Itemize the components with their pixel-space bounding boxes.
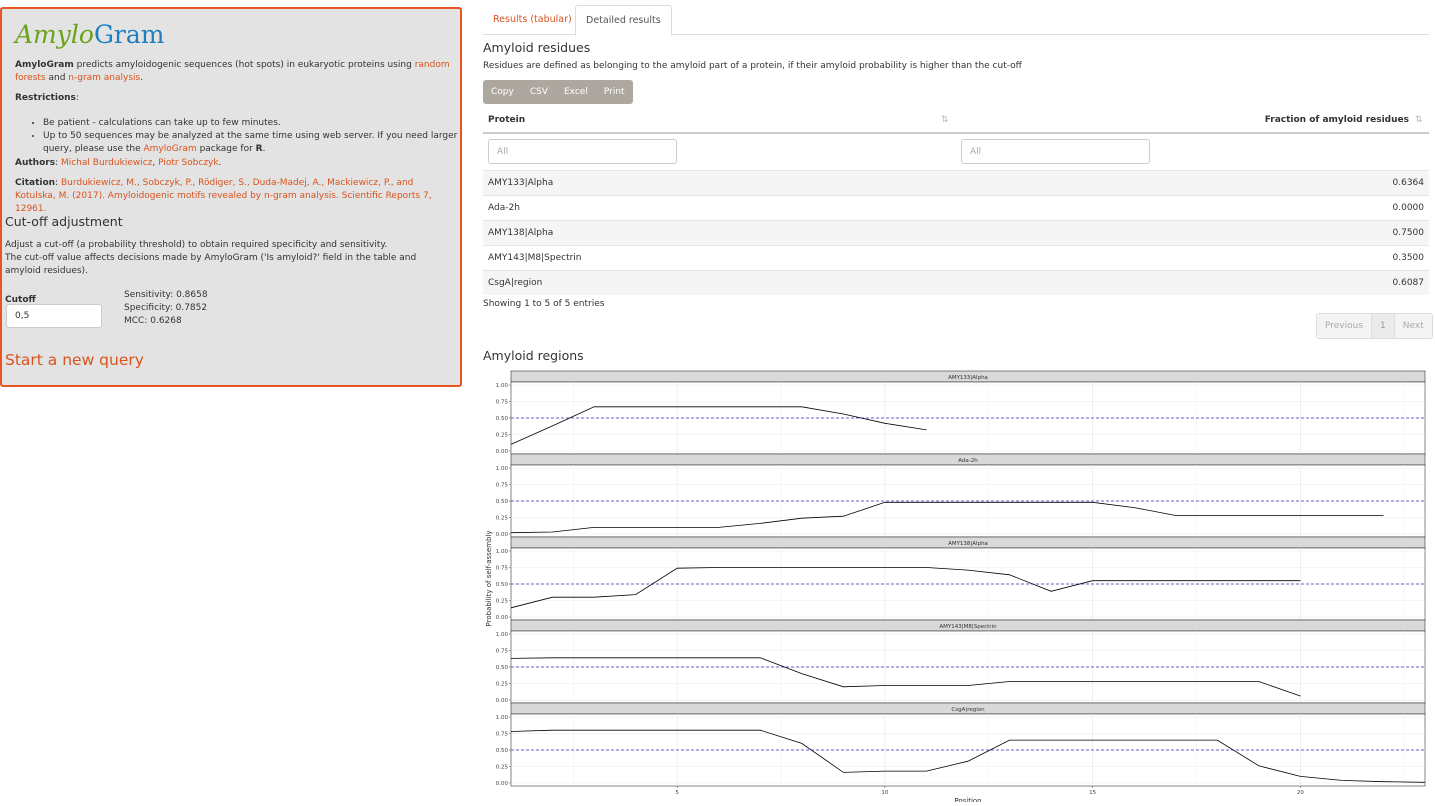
previous-page-button[interactable]: Previous [1317, 314, 1372, 338]
amylogram-package-link[interactable]: AmyloGram [143, 144, 196, 154]
facet-label: CsgA|region [951, 707, 985, 713]
y-tick-label: 0.00 [496, 449, 509, 455]
y-tick-label: 0.75 [496, 483, 509, 489]
column-header-protein[interactable]: Protein [488, 109, 525, 132]
y-tick-label: 1.00 [496, 383, 509, 389]
protein-filter-input[interactable] [488, 139, 677, 164]
y-tick-label: 0.50 [496, 582, 509, 588]
table-row: CsgA|region 0.6087 [483, 270, 1429, 295]
y-tick-label: 0.00 [496, 615, 509, 621]
ngram-analysis-link[interactable]: n-gram analysis [68, 73, 140, 83]
cutoff-title: Cut-off adjustment [5, 214, 123, 229]
restriction-item: Be patient - calculations can take up to… [43, 117, 463, 130]
y-tick-label: 0.75 [496, 566, 509, 572]
amylogram-logo: AmyloGram [15, 20, 165, 49]
column-header-fraction[interactable]: Fraction of amyloid residues [1265, 109, 1409, 132]
author-link[interactable]: Michal Burdukiewicz [61, 158, 152, 168]
facet-label: AMY143|M8|Spectrin [939, 624, 997, 630]
csv-button[interactable]: CSV [522, 80, 556, 104]
cutoff-input[interactable] [6, 304, 102, 328]
fraction-filter-input[interactable] [961, 139, 1150, 164]
x-axis-label: Position [954, 797, 981, 802]
y-tick-label: 0.75 [496, 400, 509, 406]
intro-text: AmyloGram predicts amyloidogenic sequenc… [15, 60, 450, 83]
facet-label: Ada-2h [958, 458, 978, 464]
y-tick-label: 1.00 [496, 466, 509, 472]
start-new-query-link[interactable]: Start a new query [5, 351, 144, 369]
export-buttons: Copy CSV Excel Print [483, 80, 633, 104]
y-tick-label: 0.00 [496, 698, 509, 704]
facet-label: AMY138|Alpha [948, 541, 988, 547]
cutoff-description: Adjust a cut-off (a probability threshol… [5, 240, 417, 276]
amyloid-regions-chart: AMY133|Alpha 0.00 0.25 0.50 0.75 1.00 Ada-2h 0.… [485, 370, 1426, 802]
author-link[interactable]: Piotr Sobczyk [158, 158, 218, 168]
amyloid-regions-title: Amyloid regions [483, 348, 584, 363]
y-tick-label: 0.25 [496, 433, 509, 439]
filter-row [483, 134, 1429, 170]
y-tick-label: 0.50 [496, 416, 509, 422]
restriction-item: Up to 50 sequences may be analyzed at th… [43, 130, 463, 156]
pagination: Previous 1 Next [1316, 313, 1433, 339]
facet-label: AMY133|Alpha [948, 375, 988, 381]
table-info: Showing 1 to 5 of 5 entries [483, 299, 605, 309]
specificity-value: Specificity: 0.7852 [124, 303, 208, 313]
y-tick-label: 1.00 [496, 632, 509, 638]
x-tick-label: 5 [675, 790, 679, 796]
amyloid-residues-description: Residues are defined as belonging to the… [483, 61, 1022, 71]
mcc-value: MCC: 0.6268 [124, 316, 182, 326]
y-tick-label: 0.00 [496, 781, 509, 787]
tab-detailed-results[interactable]: Detailed results [575, 5, 672, 36]
sidebar-panel: AmyloGram AmyloGram predicts amyloidogen… [0, 7, 462, 387]
table-header: Protein ⇅ Fraction of amyloid residues ⇅ [483, 109, 1429, 134]
sensitivity-value: Sensitivity: 0.8658 [124, 290, 208, 300]
next-page-button[interactable]: Next [1394, 314, 1432, 338]
y-tick-label: 0.50 [496, 748, 509, 754]
x-tick-label: 20 [1297, 790, 1304, 796]
print-button[interactable]: Print [596, 80, 633, 104]
amyloid-residues-title: Amyloid residues [483, 40, 591, 55]
tab-results-tabular[interactable]: Results (tabular) [483, 5, 582, 34]
sort-icon[interactable]: ⇅ [941, 109, 949, 132]
amyloid-residues-table: Protein ⇅ Fraction of amyloid residues ⇅… [483, 109, 1429, 295]
citation-line: Citation: Burdukiewicz, M., Sobczyk, P.,… [15, 178, 432, 214]
excel-button[interactable]: Excel [556, 80, 596, 104]
x-tick-label: 10 [881, 790, 888, 796]
authors-line: Authors: Michal Burdukiewicz, Piotr Sobc… [15, 158, 222, 168]
y-tick-label: 1.00 [496, 715, 509, 721]
y-tick-label: 0.25 [496, 682, 509, 688]
copy-button[interactable]: Copy [483, 80, 522, 104]
y-axis-label: Probability of self-assembly [485, 531, 493, 627]
y-tick-label: 0.25 [496, 516, 509, 522]
y-tick-label: 1.00 [496, 549, 509, 555]
y-tick-label: 0.25 [496, 765, 509, 771]
results-tabs: Results (tabular) Detailed results [483, 5, 1429, 36]
y-tick-label: 0.50 [496, 665, 509, 671]
table-row: AMY133|Alpha 0.6364 [483, 170, 1429, 195]
y-tick-label: 0.25 [496, 599, 509, 605]
y-tick-label: 0.75 [496, 649, 509, 655]
restrictions-list: Be patient - calculations can take up to… [15, 117, 463, 156]
table-row: Ada-2h 0.0000 [483, 195, 1429, 220]
sort-icon[interactable]: ⇅ [1415, 109, 1423, 132]
y-tick-label: 0.50 [496, 499, 509, 505]
y-tick-label: 0.75 [496, 732, 509, 738]
citation-link[interactable]: Burdukiewicz, M., Sobczyk, P., Rödiger, … [15, 178, 432, 214]
y-tick-label: 0.00 [496, 532, 509, 538]
page-1-button[interactable]: 1 [1371, 314, 1395, 338]
restrictions-heading: Restrictions: [15, 93, 79, 103]
cutoff-stats: Sensitivity: 0.8658 Specificity: 0.7852 … [124, 289, 208, 328]
x-tick-label: 15 [1089, 790, 1096, 796]
table-row: AMY138|Alpha 0.7500 [483, 220, 1429, 245]
table-row: AMY143|M8|Spectrin 0.3500 [483, 245, 1429, 270]
